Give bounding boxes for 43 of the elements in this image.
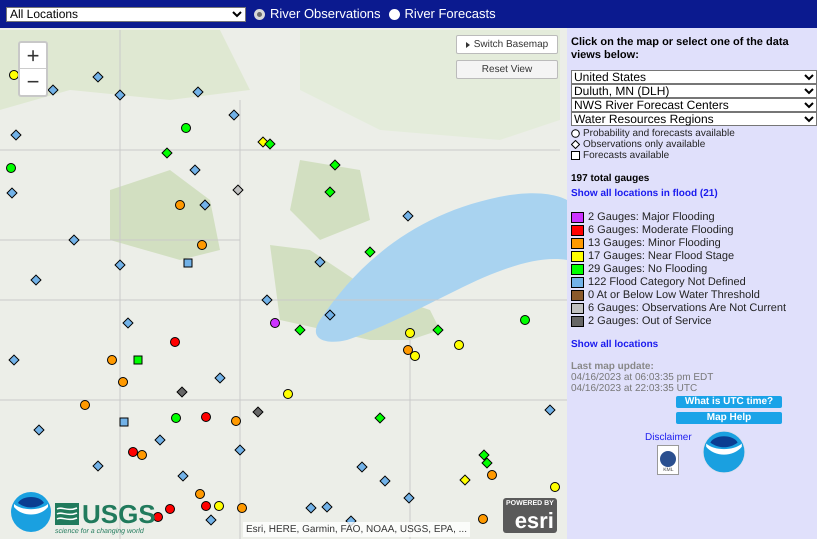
location-select[interactable]: All Locations [6,6,246,22]
update-heading: Last map update: [571,361,655,372]
legend-label: 29 Gauges: No Flooding [588,264,708,274]
radio-label: River Observations [270,5,381,24]
zoom-in-button[interactable]: + [20,43,46,69]
data-view-select[interactable]: Duluth, MN (DLH) [571,84,817,98]
circle-icon [571,129,580,138]
intro-text: Click on the map or select one of the data views below: [571,36,790,62]
data-view-select[interactable]: United States [571,70,817,84]
disclaimer-link[interactable]: Disclaimer [645,430,692,445]
radio-button[interactable] [254,8,265,20]
caret-right-icon [466,42,470,48]
map-attribution: Esri, HERE, Garmin, FAO, NOAA, USGS, EPA, ... [243,522,470,537]
zoom-out-button[interactable]: − [20,69,46,95]
legend-label: 6 Gauges: Observations Are Not Current [588,302,786,314]
symbol-legend-label: Forecasts available [583,150,670,160]
symbol-legend-label: Observations only available [583,140,706,150]
symbol-legend-label: Probability and forecasts available [583,128,735,138]
all-locations-link[interactable]: Show all locations [571,337,817,352]
legend-label: 2 Gauges: Major Flooding [588,212,715,222]
noaa-logo-icon [702,430,746,474]
esri-wordmark: esri [514,510,554,532]
total-gauges: 197 total gauges [571,172,650,186]
data-view-select[interactable]: NWS River Forecast Centers [571,98,817,112]
usgs-logo-icon [55,503,79,525]
legend-label: 6 Gauges: Moderate Flooding [588,224,734,236]
data-view-select[interactable]: Water Resources Regions [571,112,817,126]
radio-label: River Forecasts [404,5,496,24]
chevron-down-icon [232,10,242,18]
usgs-wordmark: USGS [82,501,156,527]
legend-label: 17 Gauges: Near Flood Stage [588,250,734,262]
noaa-logo-icon [10,491,52,533]
update-time: 04/16/2023 at 06:03:35 pm EDT [571,372,714,383]
legend-label: 0 At or Below Low Water Threshold [588,290,760,300]
legend-label: 2 Gauges: Out of Service [588,316,712,326]
update-time: 04/16/2023 at 22:03:35 UTC [571,383,698,394]
legend-label: 13 Gauges: Minor Flooding [588,238,721,248]
square-icon [571,151,580,160]
flood-locations-link[interactable]: Show all locations in flood (21) [571,186,817,201]
legend-label: 122 Flood Category Not Defined [588,276,746,288]
diamond-icon [571,140,580,149]
reset-view-button[interactable]: Reset View [456,60,558,79]
switch-basemap-button[interactable]: Switch Basemap [456,35,558,54]
